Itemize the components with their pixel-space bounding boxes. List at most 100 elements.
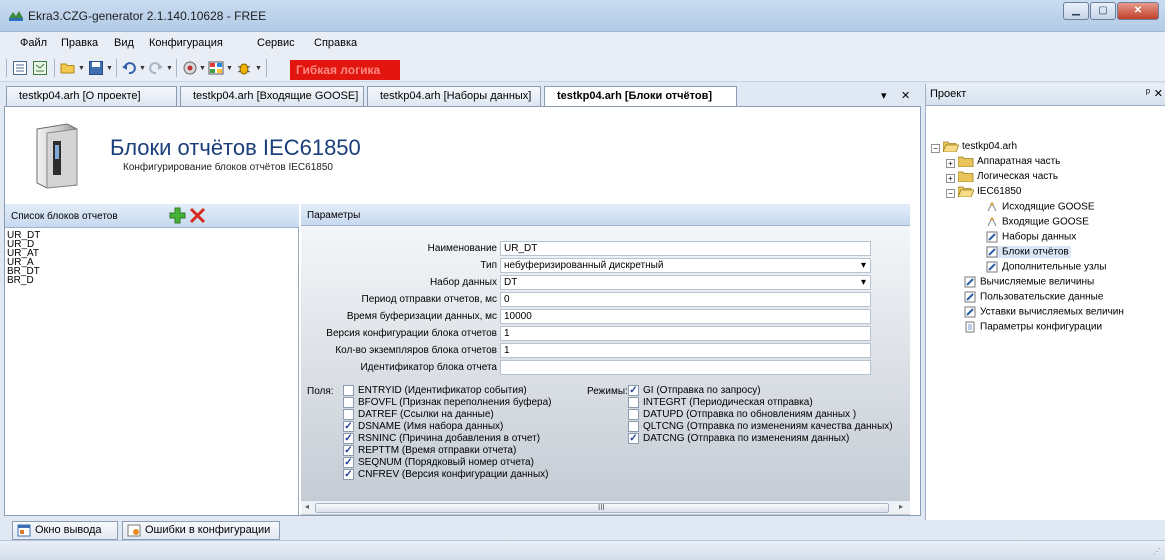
mode-option[interactable]: QLTCNG (Отправка по изменениям качества …: [628, 421, 910, 432]
open-folder-icon[interactable]: [60, 60, 76, 76]
checkbox-checked[interactable]: ✓: [628, 433, 639, 444]
checkbox[interactable]: [343, 385, 354, 396]
tab-output-window[interactable]: Окно вывода: [12, 521, 118, 540]
tree-node-root[interactable]: testkp04.arh: [943, 141, 1017, 152]
tree-node-incoming-goose[interactable]: Входящие GOOSE: [986, 216, 1089, 228]
tree-node-config-params[interactable]: Параметры конфигурации: [964, 321, 1102, 333]
field-option[interactable]: ✓ DSNAME (Имя набора данных): [343, 421, 503, 432]
bug-dropdown-icon[interactable]: ▼: [255, 65, 262, 72]
checkbox[interactable]: [343, 397, 354, 408]
undo-icon[interactable]: [121, 60, 137, 76]
tab-report-blocks[interactable]: testkp04.arh [Блоки отчётов]: [544, 86, 737, 107]
name-input[interactable]: UR_DT: [500, 241, 871, 256]
device-grid-icon[interactable]: [208, 60, 224, 76]
menu-service[interactable]: Сервис: [257, 37, 295, 49]
add-icon[interactable]: [169, 207, 186, 224]
checkbox[interactable]: [628, 409, 639, 420]
tab-list-dropdown-icon[interactable]: ▾: [881, 89, 887, 102]
settings-dial-icon[interactable]: [182, 60, 198, 76]
menu-help[interactable]: Справка: [314, 37, 357, 49]
field-option[interactable]: ✓ REPTTM (Время отправки отчета): [343, 445, 516, 456]
checkbox-checked[interactable]: ✓: [343, 421, 354, 432]
close-pane-icon[interactable]: ✕: [1154, 87, 1163, 100]
list-view-icon[interactable]: [12, 60, 28, 76]
list-item[interactable]: BR_D: [7, 276, 34, 286]
tab-about-project[interactable]: testkp04.arh [О проекте]: [6, 86, 177, 106]
checkbox-checked[interactable]: ✓: [343, 445, 354, 456]
save-dropdown-icon[interactable]: ▼: [106, 65, 113, 72]
settings-dropdown-icon[interactable]: ▼: [199, 65, 206, 72]
field-option[interactable]: BFOVFL (Признак переполнения буфера): [343, 397, 552, 408]
menu-view[interactable]: Вид: [114, 37, 134, 49]
report-id-input[interactable]: [500, 360, 871, 375]
collapse-icon[interactable]: −: [931, 144, 940, 153]
menu-edit[interactable]: Правка: [61, 37, 98, 49]
mode-option[interactable]: INTEGRT (Периодическая отправка): [628, 397, 813, 408]
tab-incoming-goose[interactable]: testkp04.arh [Входящие GOOSE]: [180, 86, 364, 106]
status-bar: ⋰: [0, 540, 1165, 560]
scrollbar-thumb[interactable]: III: [315, 503, 889, 513]
tree-node-logic[interactable]: Логическая часть: [958, 171, 1058, 182]
scroll-right-icon[interactable]: ▸: [899, 502, 903, 511]
dataset-select[interactable]: DT: [500, 275, 871, 290]
save-icon[interactable]: [88, 60, 104, 76]
checkbox-checked[interactable]: ✓: [628, 385, 639, 396]
redo-icon[interactable]: [148, 60, 164, 76]
document-icon: [965, 321, 975, 333]
checkbox[interactable]: [628, 397, 639, 408]
flexible-logic-button[interactable]: Гибкая логика: [290, 60, 400, 80]
expand-icon[interactable]: +: [946, 174, 955, 183]
type-select[interactable]: небуферизированный дискретный: [500, 258, 871, 273]
field-option[interactable]: ✓ CNFREV (Версия конфигурации данных): [343, 469, 548, 480]
horizontal-scrollbar[interactable]: ◂ III ▸: [301, 500, 910, 514]
resize-grip-icon[interactable]: ⋰: [1153, 547, 1161, 556]
field-option[interactable]: ENTRYID (Идентификатор события): [343, 385, 527, 396]
edit-doc-icon: [964, 291, 976, 303]
delete-icon[interactable]: [189, 207, 206, 224]
redo-dropdown-icon[interactable]: ▼: [166, 65, 173, 72]
collapse-icon[interactable]: −: [946, 189, 955, 198]
tree-node-report-blocks[interactable]: Блоки отчётов: [986, 246, 1071, 258]
checkbox-checked[interactable]: ✓: [343, 433, 354, 444]
mode-option[interactable]: DATUPD (Отправка по обновлениям данных ): [628, 409, 856, 420]
conf-version-input[interactable]: 1: [500, 326, 871, 341]
tree-node-iec61850[interactable]: IEC61850: [958, 186, 1021, 197]
menu-configuration[interactable]: Конфигурация: [149, 37, 223, 49]
checkbox[interactable]: [343, 409, 354, 420]
field-option[interactable]: ✓ SEQNUM (Порядковый номер отчета): [343, 457, 534, 468]
close-button[interactable]: ✕: [1117, 2, 1159, 20]
tab-config-errors[interactable]: Ошибки в конфигурации: [122, 521, 280, 540]
device-dropdown-icon[interactable]: ▼: [226, 65, 233, 72]
tree-view-icon[interactable]: [32, 60, 48, 76]
expand-icon[interactable]: +: [946, 159, 955, 168]
maximize-button[interactable]: ▢: [1090, 2, 1116, 20]
pin-icon[interactable]: ᵖ: [1146, 87, 1150, 99]
edit-doc-icon: [986, 246, 998, 258]
tree-node-additional-nodes[interactable]: Дополнительные узлы: [986, 261, 1106, 273]
mode-option[interactable]: ✓ GI (Отправка по запросу): [628, 385, 761, 396]
tree-node-outgoing-goose[interactable]: Исходящие GOOSE: [986, 201, 1095, 213]
tree-node-computed-values[interactable]: Вычисляемые величины: [964, 276, 1094, 288]
tree-node-user-data[interactable]: Пользовательские данные: [964, 291, 1103, 303]
bug-icon[interactable]: [236, 60, 252, 76]
tab-close-icon[interactable]: ✕: [901, 89, 910, 102]
undo-dropdown-icon[interactable]: ▼: [139, 65, 146, 72]
tree-node-computed-settings[interactable]: Уставки вычисляемых величин: [964, 306, 1124, 318]
tab-data-sets[interactable]: testkp04.arh [Наборы данных]: [367, 86, 541, 106]
scroll-left-icon[interactable]: ◂: [305, 502, 309, 511]
tree-node-data-sets[interactable]: Наборы данных: [986, 231, 1076, 243]
checkbox-checked[interactable]: ✓: [343, 457, 354, 468]
mode-option[interactable]: ✓ DATCNG (Отправка по изменениям данных): [628, 433, 849, 444]
instances-input[interactable]: 1: [500, 343, 871, 358]
buffer-time-input[interactable]: 10000: [500, 309, 871, 324]
tree-node-hardware[interactable]: Аппаратная часть: [958, 156, 1060, 167]
checkbox-checked[interactable]: ✓: [343, 469, 354, 480]
goose-icon: [987, 201, 997, 212]
field-option[interactable]: ✓ RSNINC (Причина добавления в отчет): [343, 433, 540, 444]
send-period-input[interactable]: 0: [500, 292, 871, 307]
open-dropdown-icon[interactable]: ▼: [78, 65, 85, 72]
checkbox[interactable]: [628, 421, 639, 432]
field-option[interactable]: DATREF (Ссылки на данные): [343, 409, 494, 420]
minimize-button[interactable]: ▁: [1063, 2, 1089, 20]
menu-file[interactable]: Файл: [20, 37, 47, 49]
